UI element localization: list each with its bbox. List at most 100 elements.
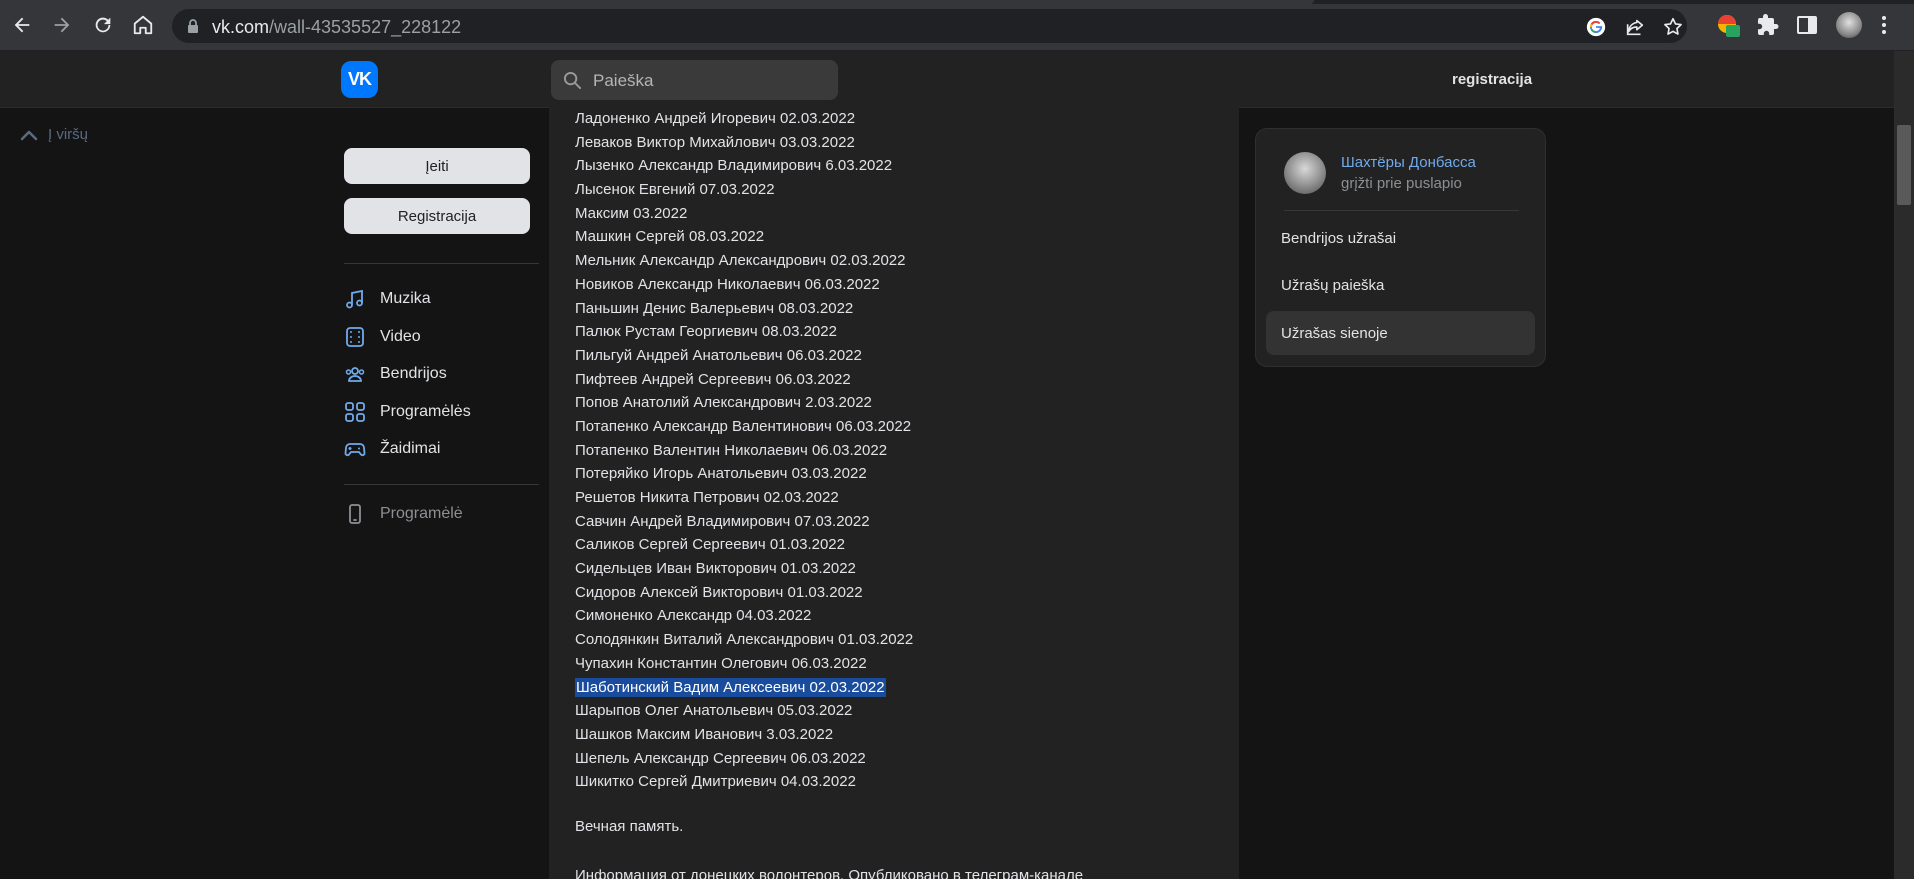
reload-icon[interactable] [88,10,118,40]
list-item: Решетов Никита Петрович 02.03.2022 [575,486,913,510]
search-input[interactable] [591,60,835,102]
list-item-text: Потеряйко Игорь Анатольевич 03.03.2022 [575,465,867,483]
star-icon[interactable] [1662,16,1684,38]
group-name-link[interactable]: Шахтёры Донбасса [1341,154,1476,171]
url-text: vk.com/wall-43535527_228122 [212,17,461,38]
list-item: Пильгуй Андрей Анатольевич 06.03.2022 [575,344,913,368]
address-bar[interactable]: vk.com/wall-43535527_228122 [172,9,1687,43]
list-item: Саликов Сергей Сергеевич 01.03.2022 [575,533,913,557]
url-host: vk.com [212,17,270,37]
url-path: /wall-43535527_228122 [269,17,462,37]
list-item-text: Мельник Александр Александрович 02.03.20… [575,252,906,270]
forward-icon[interactable] [47,10,77,40]
list-item: Потапенко Валентин Николаевич 06.03.2022 [575,439,913,463]
sidebar-item-label: Video [380,328,421,345]
list-item-text: Симоненко Александр 04.03.2022 [575,607,812,625]
notes-nav-card: Шахтёры Донбасса grįžti prie puslapio Be… [1255,128,1546,367]
sidebar-item-video[interactable]: Video [344,322,421,352]
register-button[interactable]: Registracija [344,198,530,234]
list-item-text: Паньшин Денис Валерьевич 08.03.2022 [575,299,854,317]
sidebar-item-games[interactable]: Žaidimai [344,434,440,464]
search-box[interactable] [551,60,838,102]
chevron-up-icon [20,130,38,140]
list-item-text: Шашков Максим Иванович 3.03.2022 [575,725,834,743]
video-icon [344,326,366,348]
list-item-text: Решетов Никита Петрович 02.03.2022 [575,489,839,506]
post-name-list: Ладоненко Андрей Игоревич 02.03.2022 Лева… [575,107,913,794]
sidebar-item-label: Žaidimai [380,440,441,457]
list-item-text: Машкин Сергей 08.03.2022 [575,228,765,246]
card-item-community-notes[interactable]: Bendrijos užrašai [1266,216,1535,260]
list-item-text: Чупахин Константин Олегович 06.03.2022 [575,654,867,672]
extension-lt-icon[interactable] [1716,13,1740,37]
active-tab[interactable] [0,0,1314,4]
google-icon[interactable] [1585,16,1607,38]
sidebar-item-apps[interactable]: Programėlės [344,397,471,427]
sidebar-item-music[interactable]: Muzika [344,284,431,314]
back-icon[interactable] [7,10,37,40]
sidebar-item-communities[interactable]: Bendrijos [344,359,447,389]
list-item-text: Саликов Сергей Сергеевич 01.03.2022 [575,536,845,554]
list-item-text: Солодянкин Виталий Александрович 01.03.2… [575,631,914,649]
card-item-wall-note[interactable]: Užrašas sienoje [1266,311,1535,355]
list-item-text: Пильгуй Андрей Анатольевич 06.03.2022 [575,346,862,364]
list-item-text: Максим 03.2022 [575,204,688,222]
list-item-text: Ладоненко Андрей Игоревич 02.03.2022 [575,110,856,127]
list-item: Солодянкин Виталий Александрович 01.03.2… [575,628,913,652]
back-to-page-link[interactable]: grįžti prie puslapio [1341,175,1462,192]
apps-icon [344,401,366,423]
list-item: Шарыпов Олег Анатольевич 05.03.2022 [575,699,913,723]
list-item-text: Новиков Александр Николаевич 06.03.2022 [575,275,880,293]
scrollbar-thumb[interactable] [1897,125,1911,205]
list-item: Шепель Александр Сергеевич 06.03.2022 [575,747,913,771]
list-item-text: Пифтеев Андрей Сергеевич 06.03.2022 [575,370,851,388]
sidebar-item-label: Programėlė [380,505,463,522]
list-item: Шикитко Сергей Дмитриевич 04.03.2022 [575,770,913,794]
sidepanel-icon[interactable] [1795,13,1819,37]
kebab-menu-icon[interactable] [1872,13,1896,37]
list-item-text: Шарыпов Олег Анатольевич 05.03.2022 [575,702,853,720]
list-item: Лызенко Александр Владимирович 6.03.2022 [575,154,913,178]
page-scrollbar[interactable] [1894,51,1914,879]
scroll-to-top-button[interactable]: Į viršų [20,126,88,143]
list-item-text: Шепель Александр Сергеевич 06.03.2022 [575,749,866,767]
list-item: Шашков Максим Иванович 3.03.2022 [575,723,913,747]
login-button[interactable]: Įeiti [344,148,530,184]
list-item: Потапенко Александр Валентинович 06.03.2… [575,415,913,439]
group-avatar[interactable] [1284,152,1326,194]
list-item: Машкин Сергей 08.03.2022 [575,225,913,249]
register-link[interactable]: registracija [1452,71,1532,88]
list-item-text: Палюк Рустам Георгиевич 08.03.2022 [575,323,837,341]
list-item-text: Попов Анатолий Александрович 2.03.2022 [575,394,872,412]
list-item: Паньшин Денис Валерьевич 08.03.2022 [575,297,913,321]
tab-strip [0,0,1914,4]
list-item: Ладоненко Андрей Игоревич 02.03.2022 [575,107,913,131]
list-item: Леваков Виктор Михайлович 03.03.2022 [575,131,913,155]
list-item-text: Потапенко Александр Валентинович 06.03.2… [575,417,912,435]
share-icon[interactable] [1624,16,1646,38]
puzzle-icon[interactable] [1756,13,1780,37]
selected-text: Шаботинский Вадим Алексеевич 02.03.2022 [575,677,886,697]
list-item-text: Сидельцев Иван Викторович 01.03.2022 [575,560,856,578]
phone-icon [344,503,366,525]
post-info-text: Информация от донецких волонтеров. Опубл… [575,867,1084,879]
list-item-text: Савчин Андрей Владимирович 07.03.2022 [575,512,870,530]
sidebar-item-label: Programėlės [380,403,471,420]
list-item: Максим 03.2022 [575,202,913,226]
list-item: Мельник Александр Александрович 02.03.20… [575,249,913,273]
music-icon [344,288,366,310]
profile-avatar-icon[interactable] [1836,12,1862,38]
vk-logo[interactable]: VK [341,61,378,98]
list-item: Попов Анатолий Александрович 2.03.2022 [575,391,913,415]
list-item-text: Лысенок Евгений 07.03.2022 [575,181,775,199]
card-item-notes-search[interactable]: Užrašų paieška [1266,263,1535,307]
list-item: Шаботинский Вадим Алексеевич 02.03.2022 [575,676,913,700]
list-item: Потеряйко Игорь Анатольевич 03.03.2022 [575,462,913,486]
list-item: Лысенок Евгений 07.03.2022 [575,178,913,202]
browser-toolbar: vk.com/wall-43535527_228122 [0,0,1914,51]
post-memory-text: Вечная память. [575,818,684,835]
home-icon[interactable] [128,10,158,40]
sidebar-item-app[interactable]: Programėlė [344,499,463,529]
lock-icon[interactable] [186,18,200,34]
list-item: Чупахин Константин Олегович 06.03.2022 [575,652,913,676]
